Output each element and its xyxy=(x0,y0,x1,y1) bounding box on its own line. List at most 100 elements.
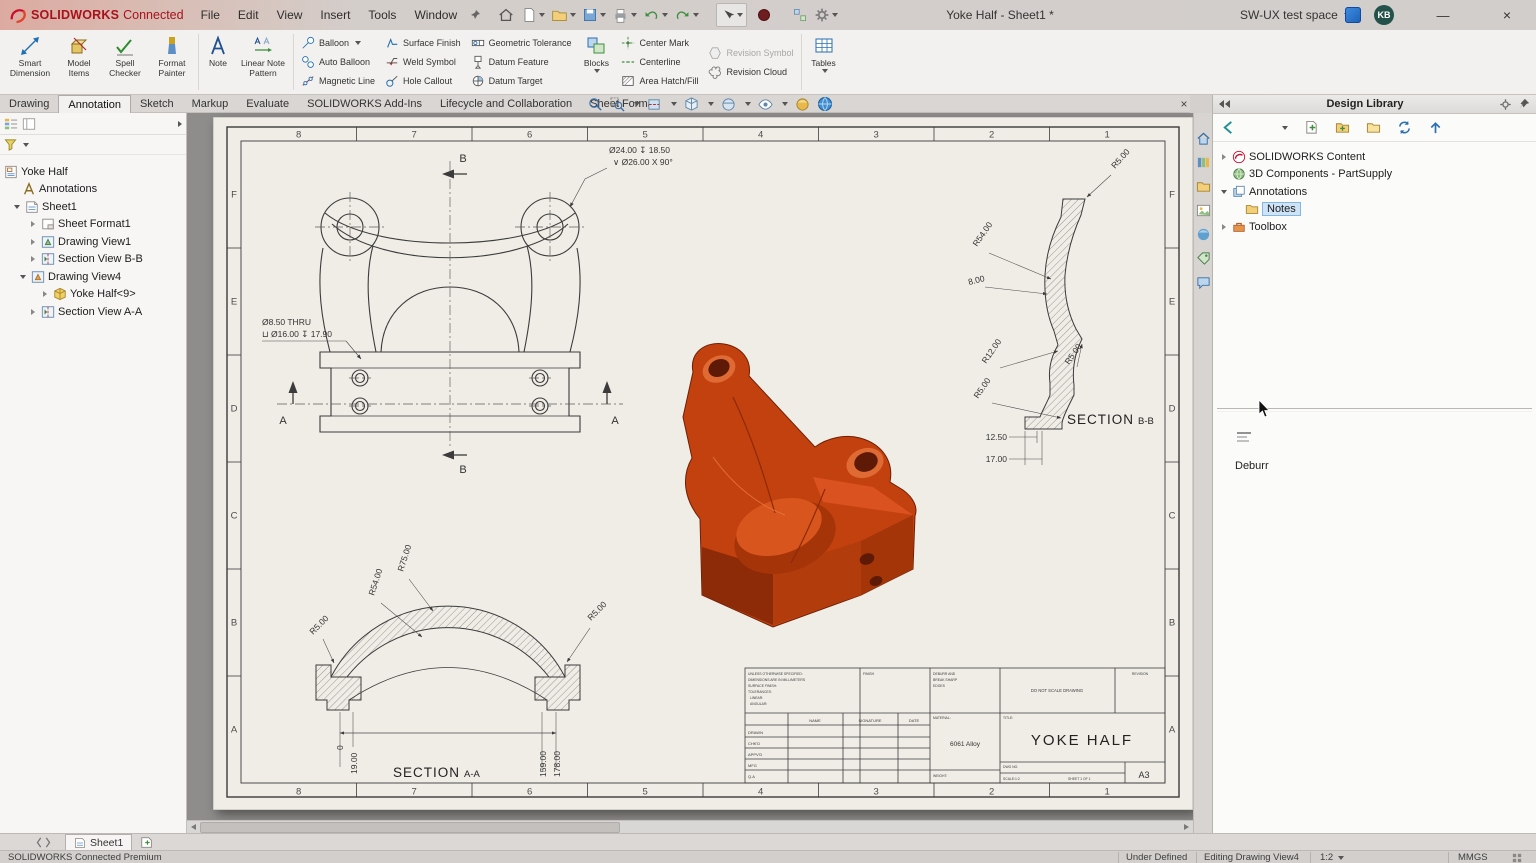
sheet-navigation-icon[interactable] xyxy=(36,836,51,849)
up-one-level-icon[interactable] xyxy=(1428,120,1443,135)
section-aa-suffix[interactable]: A-A xyxy=(464,769,481,780)
dim-aa-19[interactable]: 19.00 xyxy=(349,752,359,774)
section-label-b-bottom[interactable]: B xyxy=(459,464,466,476)
minimize-button[interactable]: — xyxy=(1430,3,1456,27)
datum-target-button[interactable]: Datum Target xyxy=(471,72,572,91)
tab-sketch[interactable]: Sketch xyxy=(131,95,183,113)
spell-checker-button[interactable]: Spell Checker xyxy=(102,30,148,94)
home-tab-icon[interactable] xyxy=(1196,131,1211,146)
close-view-icon[interactable]: × xyxy=(1176,96,1192,112)
revision-cloud-button[interactable]: Revision Cloud xyxy=(708,62,793,81)
tab-drawing[interactable]: Drawing xyxy=(0,95,58,113)
apply-scene-icon[interactable] xyxy=(817,96,833,112)
graphics-area[interactable]: 87654321 87654321 FEDCBA FEDCBA B B A A … xyxy=(187,113,1194,834)
create-folder-icon[interactable] xyxy=(1366,120,1381,135)
design-library-tab-icon[interactable] xyxy=(1196,155,1211,170)
select-tool-button[interactable] xyxy=(716,3,748,27)
dl-item-toolbox[interactable]: Toolbox xyxy=(1219,218,1536,236)
feature-tree-tab-icon[interactable] xyxy=(4,117,18,131)
tab-evaluate[interactable]: Evaluate xyxy=(237,95,298,113)
tab-solidworks-add-ins[interactable]: SOLIDWORKS Add-Ins xyxy=(298,95,431,113)
hole-callout-button[interactable]: Hole Callout xyxy=(385,72,461,91)
linear-note-pattern-button[interactable]: Linear Note Pattern xyxy=(235,30,291,94)
menu-tools[interactable]: Tools xyxy=(359,0,405,30)
tree-item-section-view-aa[interactable]: Section View A-A xyxy=(0,303,186,321)
dl-item-partsupply[interactable]: 3D Components - PartSupply xyxy=(1219,166,1536,184)
section-label-a-left[interactable]: A xyxy=(279,415,287,427)
sheet-tab-sheet1[interactable]: Sheet1 xyxy=(65,834,133,850)
pin-menu-icon[interactable] xyxy=(466,3,484,27)
workspace-selector[interactable]: SW-UX test space xyxy=(1240,8,1350,22)
dl-item-annotations[interactable]: Annotations xyxy=(1219,183,1536,201)
menu-insert[interactable]: Insert xyxy=(311,0,359,30)
undo-button[interactable] xyxy=(640,3,671,27)
save-button[interactable] xyxy=(579,3,609,27)
zoom-fit-icon[interactable] xyxy=(588,97,603,112)
smart-dimension-button[interactable]: Smart Dimension xyxy=(4,30,56,94)
model-items-button[interactable]: Model Items xyxy=(56,30,102,94)
home-button[interactable] xyxy=(494,3,518,27)
tab-lifecycle-collaboration[interactable]: Lifecycle and Collaboration xyxy=(431,95,581,113)
avatar[interactable]: KB xyxy=(1374,5,1394,25)
tree-item-sheet-format1[interactable]: Sheet Format1 xyxy=(0,216,186,234)
collapse-panel-icon[interactable] xyxy=(178,120,182,127)
dim-aa-159[interactable]: 159.00 xyxy=(538,751,548,777)
menu-edit[interactable]: Edit xyxy=(229,0,268,30)
zoom-area-icon[interactable] xyxy=(610,96,625,112)
section-bb-title[interactable]: SECTION xyxy=(1067,412,1134,427)
format-painter-button[interactable]: Format Painter xyxy=(148,30,196,94)
display-pane-tab-icon[interactable] xyxy=(22,117,36,131)
redo-button[interactable] xyxy=(671,3,702,27)
center-mark-button[interactable]: Center Mark xyxy=(621,34,698,53)
feature-tree-filter[interactable] xyxy=(0,135,186,155)
forum-tab-icon[interactable] xyxy=(1196,275,1211,290)
appearances-tab-icon[interactable] xyxy=(1196,227,1211,242)
back-button[interactable] xyxy=(1221,120,1288,135)
new-document-button[interactable] xyxy=(518,3,548,27)
tree-item-sheet1[interactable]: Sheet1 xyxy=(0,198,186,216)
refresh-icon[interactable] xyxy=(1397,120,1412,135)
tables-button[interactable]: Tables xyxy=(804,30,844,94)
scrollbar-thumb[interactable] xyxy=(200,822,620,833)
tree-item-drawing-view1[interactable]: Drawing View1 xyxy=(0,233,186,251)
library-item-deburr[interactable]: Deburr xyxy=(1235,429,1269,472)
magnetic-line-button[interactable]: Magnetic Line xyxy=(301,72,375,91)
status-options-icon[interactable] xyxy=(1512,853,1522,863)
tree-item-section-view-bb[interactable]: Section View B-B xyxy=(0,251,186,269)
add-file-location-icon[interactable] xyxy=(1335,120,1350,135)
scroll-left-icon[interactable] xyxy=(187,821,200,834)
revision-symbol-button[interactable]: Revision Symbol xyxy=(708,43,794,62)
section-label-b-top[interactable]: B xyxy=(459,153,466,165)
dim-bb-12-50[interactable]: 12.50 xyxy=(986,432,1008,442)
record-button[interactable] xyxy=(755,3,773,27)
hide-show-items-icon[interactable] xyxy=(758,97,773,112)
section-bb-suffix[interactable]: B-B xyxy=(1138,416,1154,427)
dim-aa-178[interactable]: 178.00 xyxy=(552,751,562,777)
dl-item-solidworks-content[interactable]: SOLIDWORKS Content xyxy=(1219,148,1536,166)
menu-window[interactable]: Window xyxy=(405,0,466,30)
tree-root-yoke-half[interactable]: Yoke Half xyxy=(0,163,186,181)
custom-properties-tab-icon[interactable] xyxy=(1196,251,1211,266)
file-explorer-tab-icon[interactable] xyxy=(1196,179,1211,194)
tree-item-drawing-view4[interactable]: Drawing View4 xyxy=(0,268,186,286)
view-orientation-icon[interactable] xyxy=(684,96,699,112)
section-aa-title[interactable]: SECTION xyxy=(393,765,460,780)
dim-bb-17-00[interactable]: 17.00 xyxy=(986,454,1008,464)
menu-file[interactable]: File xyxy=(192,0,229,30)
datum-feature-button[interactable]: Datum Feature xyxy=(471,53,572,72)
compass-icon[interactable] xyxy=(1345,7,1361,23)
tree-item-yoke-half-9[interactable]: Yoke Half<9> xyxy=(0,286,186,304)
blocks-button[interactable]: Blocks xyxy=(576,30,616,94)
pin-panel-icon[interactable] xyxy=(1518,98,1530,110)
dim-aa-0[interactable]: 0 xyxy=(335,745,345,750)
options-gear-button[interactable] xyxy=(811,3,841,27)
panel-gear-icon[interactable] xyxy=(1499,98,1512,111)
status-units[interactable]: MMGS xyxy=(1458,852,1488,863)
section-label-a-right[interactable]: A xyxy=(611,415,619,427)
drawing-sheet[interactable]: 87654321 87654321 FEDCBA FEDCBA B B A A … xyxy=(212,116,1194,811)
centerline-button[interactable]: Centerline xyxy=(621,53,698,72)
geometric-tolerance-button[interactable]: Geometric Tolerance xyxy=(471,34,571,53)
expand-panel-icon[interactable] xyxy=(1219,100,1231,108)
print-button[interactable] xyxy=(609,3,640,27)
section-view-icon[interactable] xyxy=(647,97,662,112)
